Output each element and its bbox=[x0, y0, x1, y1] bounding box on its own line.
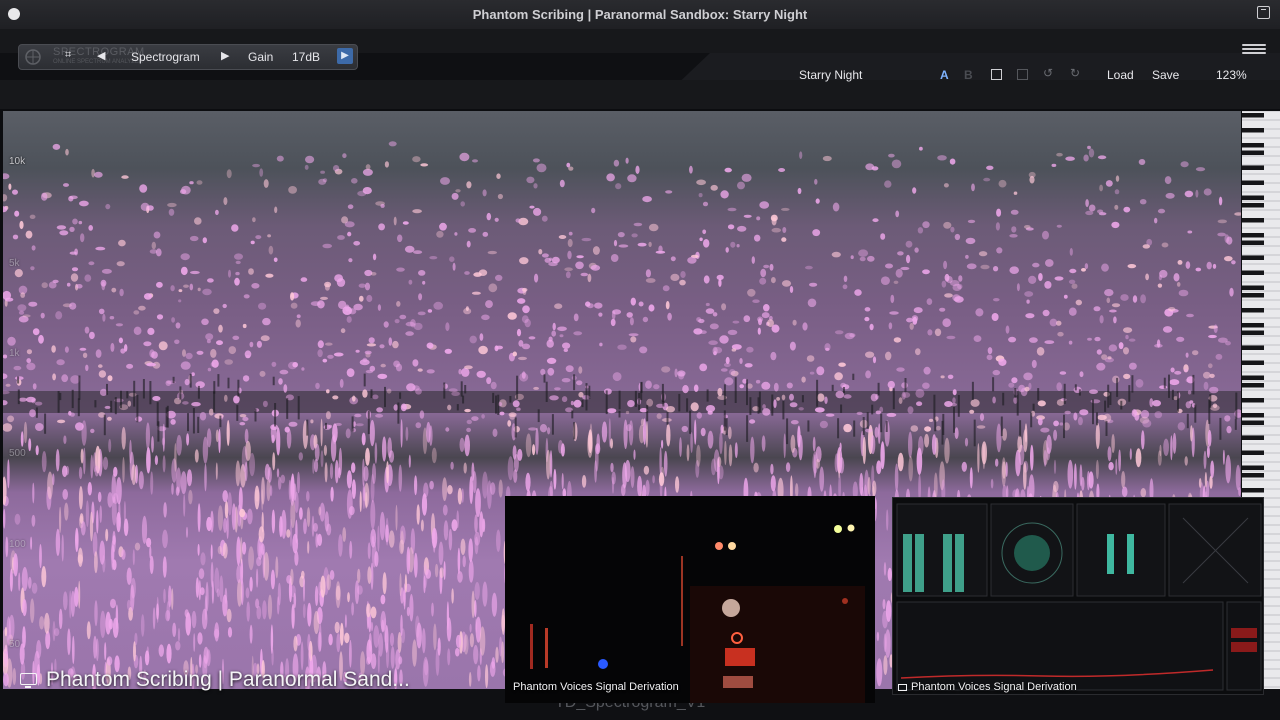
save-button[interactable]: Save bbox=[1152, 68, 1179, 82]
crop-icon[interactable]: ⌗ bbox=[65, 49, 71, 62]
freq-label-5k: 5k bbox=[9, 258, 20, 269]
brand-logo-icon bbox=[25, 49, 41, 65]
camera-label: Phantom Voices Signal Derivation bbox=[513, 681, 679, 693]
freq-label-1k: 1k bbox=[9, 348, 20, 359]
load-button[interactable]: Load bbox=[1107, 68, 1134, 82]
redo-icon[interactable]: ↻ bbox=[1070, 66, 1081, 80]
camera-feed bbox=[505, 496, 875, 703]
hamburger-menu-icon[interactable] bbox=[1242, 44, 1266, 54]
prev-view-icon[interactable]: ◀ bbox=[97, 49, 105, 62]
freq-label-100: 100 bbox=[9, 539, 26, 550]
fullscreen-icon[interactable] bbox=[1257, 6, 1270, 19]
ab-compare-b[interactable]: B bbox=[964, 68, 973, 82]
freq-label-10k: 10k bbox=[9, 156, 26, 167]
window-title: Phantom Scribing | Paranormal Sandbox: S… bbox=[472, 7, 808, 22]
freq-label-500: 500 bbox=[9, 448, 26, 459]
meter-label: Phantom Voices Signal Derivation bbox=[911, 681, 1077, 693]
freq-label-50: 50 bbox=[9, 639, 21, 650]
window-titlebar: Phantom Scribing | Paranormal Sandbox: S… bbox=[0, 0, 1280, 30]
zoom-level[interactable]: 123% bbox=[1216, 68, 1247, 82]
spectrogram-toolbar: SPECTROGRAM ONLINE SPECTRUM ANALYZER ⌗ ◀… bbox=[18, 44, 358, 70]
play-icon[interactable]: ▶ bbox=[337, 48, 353, 64]
preset-name[interactable]: Starry Night bbox=[799, 68, 862, 82]
gain-value[interactable]: 17dB bbox=[292, 50, 320, 64]
audio-meters bbox=[893, 498, 1263, 694]
view-mode-label[interactable]: Spectrogram bbox=[131, 50, 200, 64]
meter-overlay bbox=[892, 497, 1264, 695]
next-view-icon[interactable]: ▶ bbox=[221, 49, 229, 62]
ab-compare-a[interactable]: A bbox=[940, 68, 949, 82]
screen-share-icon-small bbox=[898, 684, 907, 691]
stream-title: Phantom Scribing | Paranormal Sand... bbox=[46, 668, 410, 691]
screen-share-icon bbox=[20, 673, 37, 688]
gain-label: Gain bbox=[248, 50, 274, 64]
undo-icon[interactable]: ↺ bbox=[1043, 66, 1054, 80]
paste-icon[interactable] bbox=[1017, 69, 1028, 80]
camera-overlay: Phantom Voices Signal Derivation bbox=[505, 496, 875, 703]
copy-icon[interactable] bbox=[991, 69, 1002, 80]
